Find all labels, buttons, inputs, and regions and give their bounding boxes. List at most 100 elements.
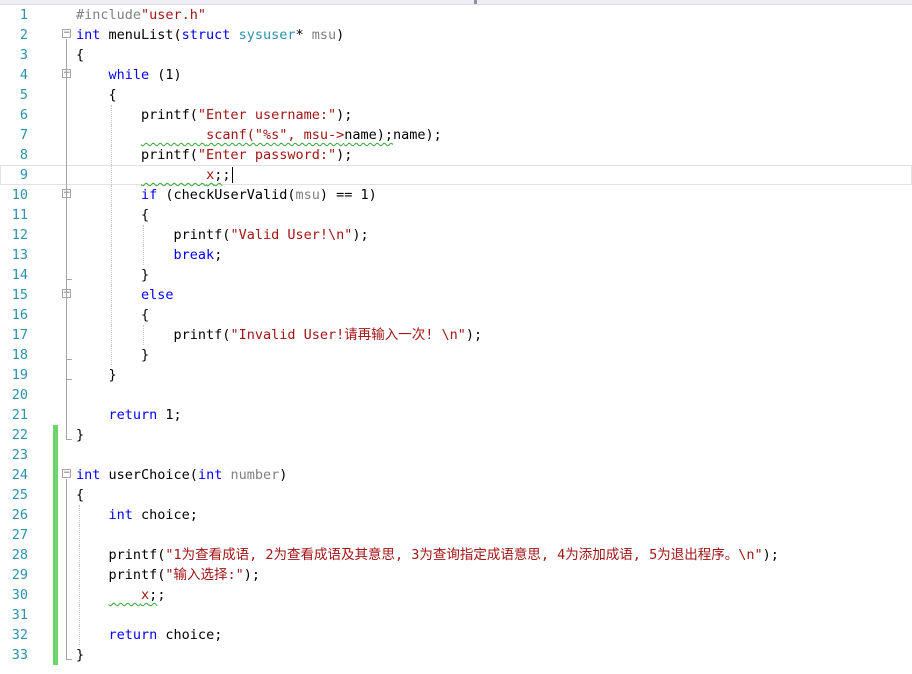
line-number: 9 (19, 167, 28, 183)
indent-guide (79, 525, 80, 545)
token: printf( (76, 147, 198, 163)
indent-guide (143, 245, 144, 265)
token: ); (465, 327, 483, 343)
line-number: 29 (11, 567, 28, 583)
fold-end-marker (66, 359, 72, 360)
line-content: } (76, 345, 149, 365)
code-line[interactable]: 10− if (checkUserValid(msu) == 1) (0, 185, 912, 205)
token-str: "Enter password:" (197, 147, 337, 163)
token: ; (214, 247, 223, 263)
code-line[interactable]: 8 printf("Enter password:"); (0, 145, 912, 165)
scroll-marker[interactable] (474, 0, 477, 4)
token-pp: #include (76, 7, 142, 23)
line-number: 18 (11, 347, 28, 363)
line-content: { (76, 485, 84, 505)
code-line[interactable]: 15− else (0, 285, 912, 305)
line-content: { (76, 205, 149, 225)
line-number: 32 (11, 627, 28, 643)
indent-guide (111, 125, 112, 145)
line-content: printf("输入选择:"); (76, 565, 261, 585)
code-line[interactable]: 31 (0, 605, 912, 625)
code-line[interactable]: 17 printf("Invalid User!请再输入一次! \n"); (0, 325, 912, 345)
line-number: 2 (19, 27, 28, 43)
line-number: 28 (11, 547, 28, 563)
token: { (76, 307, 150, 323)
fold-guide-line (66, 479, 67, 659)
indent-guide (79, 565, 80, 585)
code-line[interactable]: 20 (0, 385, 912, 405)
minus-box-icon[interactable]: − (62, 29, 71, 38)
line-number: 14 (11, 267, 28, 283)
token: printf( (76, 547, 166, 563)
code-line[interactable]: 4− while (1) (0, 65, 912, 85)
code-line[interactable]: 6 printf("Enter username:"); (0, 105, 912, 125)
line-content: else (76, 285, 174, 305)
line-number: 27 (11, 527, 28, 543)
code-line[interactable]: 14 } (0, 265, 912, 285)
code-line[interactable]: 32 return choice; (0, 625, 912, 645)
line-number: 7 (19, 127, 28, 143)
token-kw: int (76, 27, 101, 43)
warning-squiggle: x; (141, 167, 222, 183)
code-line[interactable]: 26 int choice; (0, 505, 912, 525)
code-line[interactable]: 5 { (0, 85, 912, 105)
code-line[interactable]: 22} (0, 425, 912, 445)
indent-guide (111, 225, 112, 245)
code-line[interactable]: 30 x;; (0, 585, 912, 605)
code-line[interactable]: 27 (0, 525, 912, 545)
code-line[interactable]: 3{ (0, 45, 912, 65)
token: ; (222, 167, 231, 183)
line-number: 1 (19, 7, 28, 23)
token: { (76, 487, 85, 503)
token: ); (243, 567, 261, 583)
code-line[interactable]: 12 printf("Valid User!\n"); (0, 225, 912, 245)
token-kw: int (197, 467, 223, 483)
code-line[interactable]: 2 − int menuList(struct sysuser* msu) (0, 25, 912, 45)
code-line[interactable]: 19 } (0, 365, 912, 385)
indent-guide (111, 345, 112, 365)
line-content: int menuList(struct sysuser* msu) (76, 25, 344, 45)
line-content: printf("Enter username:"); (76, 105, 352, 125)
line-number: 10 (11, 187, 28, 203)
line-content: break; (76, 245, 223, 265)
code-line[interactable]: 33} (0, 645, 912, 665)
code-editor[interactable]: 1 #include"user.h" 2− int menuList(struct s… (0, 5, 912, 674)
token-kw: while (108, 67, 150, 83)
line-number: 24 (11, 467, 28, 483)
indent-guide (79, 545, 80, 565)
minus-box-icon[interactable]: − (62, 469, 71, 478)
indent-guide (111, 305, 112, 325)
line-number: 20 (11, 387, 28, 403)
code-line[interactable]: 16 { (0, 305, 912, 325)
code-line[interactable]: 9 x;; (0, 165, 912, 185)
line-number: 5 (19, 87, 28, 103)
code-line[interactable]: 29 printf("输入选择:"); (0, 565, 912, 585)
token: menuList( (100, 27, 182, 43)
code-line[interactable]: 1 #include"user.h" (0, 5, 912, 25)
line-content: int choice; (76, 505, 198, 525)
line-number: 21 (11, 407, 28, 423)
token: ) (279, 467, 288, 483)
line-content: return 1; (76, 405, 182, 425)
code-line[interactable]: 21 return 1; (0, 405, 912, 425)
code-line[interactable]: 13 break; (0, 245, 912, 265)
code-line[interactable]: 18 } (0, 345, 912, 365)
line-number: 16 (11, 307, 28, 323)
indent-guide (111, 145, 112, 165)
code-line[interactable]: 25 { (0, 485, 912, 505)
indent-guide (111, 165, 112, 185)
indent-guide (79, 585, 80, 605)
code-line[interactable]: 11 { (0, 205, 912, 225)
token: } (76, 367, 117, 383)
code-line[interactable]: 24− int userChoice(int number) (0, 465, 912, 485)
warning-squiggle: x; (109, 587, 157, 603)
code-line[interactable]: 23 (0, 445, 912, 465)
code-line[interactable]: 28 printf("1为查看成语, 2为查看成语及其意思, 3为查询指定成语意… (0, 545, 912, 565)
code-line[interactable]: 7 scanf("%s", msu->name);name); (0, 125, 912, 145)
change-indicator (53, 505, 58, 525)
line-number: 15 (11, 287, 28, 303)
fold-end-marker (66, 279, 72, 280)
indent-guide (79, 625, 80, 645)
